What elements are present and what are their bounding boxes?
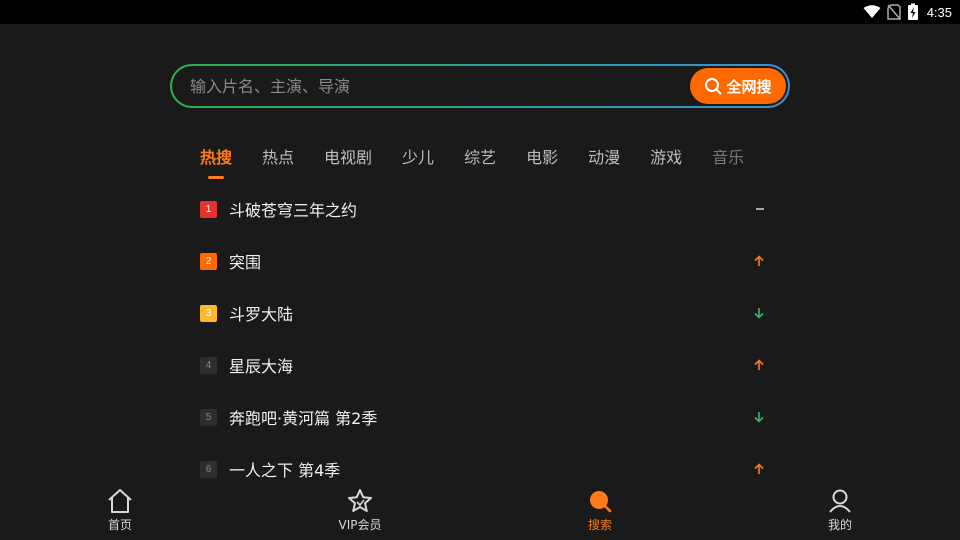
- nav-vip[interactable]: VIP会员: [300, 482, 420, 540]
- search-icon: [590, 491, 612, 513]
- search-bar: 全网搜: [170, 64, 790, 108]
- tab-music[interactable]: 音乐: [712, 146, 744, 170]
- tab-kids[interactable]: 少儿: [402, 146, 434, 170]
- list-item-title: 奔跑吧·黄河篇 第2季: [229, 409, 378, 428]
- category-tabs: 热搜 热点 电视剧 少儿 综艺 电影 动漫 游戏 音乐: [200, 146, 774, 182]
- rank-badge: 2: [200, 252, 217, 270]
- no-sim-icon: [886, 4, 901, 20]
- list-item[interactable]: 1 斗破苍穹三年之约: [200, 183, 765, 235]
- rank-badge: 1: [200, 200, 217, 218]
- tab-tv-series[interactable]: 电视剧: [324, 146, 372, 170]
- tab-variety[interactable]: 综艺: [464, 146, 496, 170]
- nav-profile[interactable]: 我的: [780, 482, 900, 540]
- list-item-title: 星辰大海: [229, 357, 294, 376]
- home-icon: [108, 489, 132, 513]
- list-item[interactable]: 3 斗罗大陆: [200, 287, 765, 339]
- trend-up-icon: [753, 339, 765, 391]
- nav-profile-label: 我的: [827, 518, 852, 532]
- nav-home-label: 首页: [107, 518, 132, 532]
- list-item-title: 突围: [229, 253, 262, 272]
- search-input[interactable]: [190, 66, 670, 106]
- trend-down-icon: [753, 287, 765, 339]
- list-item[interactable]: 4 星辰大海: [200, 339, 765, 391]
- trend-flat-icon: [755, 183, 765, 235]
- trend-up-icon: [753, 235, 765, 287]
- nav-search-label: 搜索: [587, 518, 612, 532]
- rank-badge: 4: [200, 356, 217, 374]
- status-bar: 4:35: [0, 0, 960, 24]
- tab-anime[interactable]: 动漫: [588, 146, 620, 170]
- nav-vip-label: VIP会员: [338, 518, 382, 532]
- list-item[interactable]: 2 突围: [200, 235, 765, 287]
- wifi-icon: [863, 5, 881, 18]
- search-icon: [705, 78, 722, 95]
- nav-search[interactable]: 搜索: [540, 482, 660, 540]
- trend-down-icon: [753, 391, 765, 443]
- bottom-navigation: 首页 VIP会员 搜索 我的: [0, 482, 960, 540]
- rank-badge: 3: [200, 304, 217, 322]
- hot-search-list: 1 斗破苍穹三年之约 2 突围 3 斗罗大陆 4 星辰大海 5 奔跑吧·黄河篇 …: [200, 183, 765, 495]
- vip-star-icon: [348, 489, 372, 512]
- list-item-title: 一人之下 第4季: [229, 461, 341, 480]
- list-item[interactable]: 5 奔跑吧·黄河篇 第2季: [200, 391, 765, 443]
- status-icons: 4:35: [863, 0, 952, 24]
- nav-home[interactable]: 首页: [60, 482, 180, 540]
- profile-icon: [829, 489, 851, 513]
- search-all-web-label: 全网搜: [726, 77, 772, 96]
- list-item-title: 斗罗大陆: [229, 305, 294, 324]
- search-bar-inner: 全网搜: [172, 66, 788, 106]
- tab-hot-search[interactable]: 热搜: [200, 146, 232, 179]
- rank-badge: 5: [200, 408, 217, 426]
- rank-badge: 6: [200, 460, 217, 478]
- list-item-title: 斗破苍穹三年之约: [229, 201, 358, 220]
- status-time: 4:35: [926, 4, 952, 20]
- tab-movies[interactable]: 电影: [526, 146, 558, 170]
- battery-charging-icon: [907, 3, 918, 20]
- search-all-web-button[interactable]: 全网搜: [690, 68, 786, 104]
- tab-games[interactable]: 游戏: [650, 146, 682, 170]
- tab-hot-topics[interactable]: 热点: [262, 146, 294, 170]
